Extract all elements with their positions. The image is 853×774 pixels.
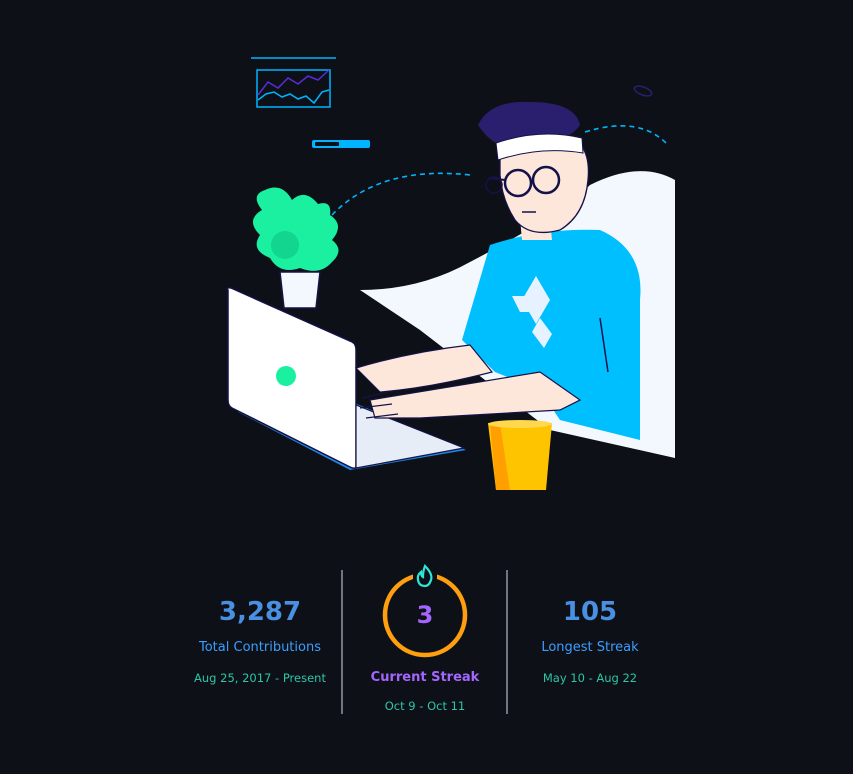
progress-widget-icon	[312, 140, 370, 148]
chart-widget-icon	[251, 57, 336, 108]
longest-streak-value: 105	[562, 597, 618, 627]
stat-divider	[506, 570, 508, 714]
total-contributions-label: Total Contributions	[199, 640, 321, 655]
current-streak-label: Current Streak	[370, 670, 480, 685]
longest-streak-label: Longest Streak	[541, 640, 639, 655]
developer-figure	[354, 101, 641, 440]
total-contributions-value: 3,287	[218, 597, 302, 627]
longest-streak-range: May 10 - Aug 22	[542, 671, 638, 685]
longest-streak-stat: 105 Longest Streak May 10 - Aug 22	[510, 597, 670, 685]
streak-ring: 3	[382, 564, 468, 658]
plant-icon	[252, 187, 339, 309]
developer-illustration	[226, 57, 675, 490]
cup-icon	[488, 420, 552, 490]
total-contributions-stat: 3,287 Total Contributions Aug 25, 2017 -…	[180, 597, 340, 685]
current-streak-range: Oct 9 - Oct 11	[384, 699, 466, 713]
stat-divider	[341, 570, 343, 714]
total-contributions-range: Aug 25, 2017 - Present	[194, 671, 326, 685]
current-streak-stat: 3 Current Streak Oct 9 - Oct 11	[345, 560, 505, 713]
current-streak-value: 3	[417, 601, 434, 629]
